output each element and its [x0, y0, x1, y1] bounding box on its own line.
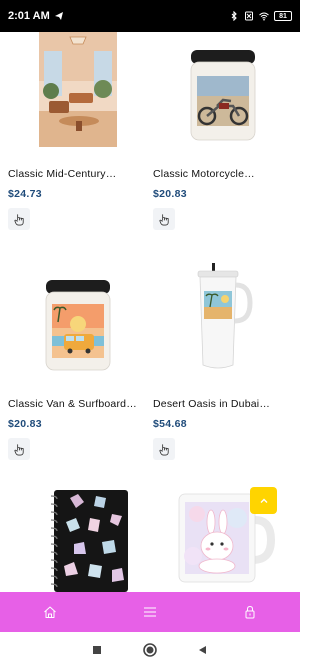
- status-time: 2:01 AM: [8, 10, 50, 22]
- system-navigation-bar: [0, 632, 300, 667]
- select-product-button[interactable]: [153, 208, 175, 230]
- scroll-to-top-button[interactable]: [250, 487, 277, 514]
- product-title[interactable]: Desert Oasis in Dubai…: [153, 398, 293, 410]
- product-price: $24.73: [8, 188, 42, 200]
- bottom-navigation: [0, 592, 300, 632]
- hand-pointer-icon: [13, 443, 24, 455]
- gemstone-spiral-notebook: [50, 490, 128, 592]
- back-triangle-icon: [199, 645, 207, 654]
- recents-square-icon: [92, 645, 101, 654]
- system-home-button[interactable]: [138, 638, 162, 662]
- select-product-button[interactable]: [153, 438, 175, 460]
- no-sim-icon: [245, 11, 253, 21]
- home-icon: [44, 606, 56, 618]
- battery-level: 81: [279, 12, 287, 20]
- back-button[interactable]: [191, 638, 215, 662]
- status-bar: 2:01 AM 81: [0, 0, 300, 32]
- desert-oasis-tumbler: [197, 263, 253, 369]
- bluetooth-icon: [231, 11, 237, 21]
- product-price: $20.83: [8, 418, 42, 430]
- product-title[interactable]: Classic Motorcycle…: [153, 168, 293, 180]
- nav-account-button[interactable]: [230, 592, 270, 632]
- hand-pointer-icon: [158, 443, 169, 455]
- product-image[interactable]: [153, 32, 293, 148]
- select-product-button[interactable]: [8, 208, 30, 230]
- menu-icon: [144, 607, 156, 617]
- nav-menu-button[interactable]: [130, 592, 170, 632]
- telegram-icon: [54, 12, 63, 20]
- mid-century-room-poster: [39, 32, 117, 147]
- battery-icon: 81: [274, 11, 292, 21]
- hand-pointer-icon: [13, 213, 24, 225]
- motorcycle-candle-jar: [190, 50, 256, 141]
- van-surfboard-candle-jar: [45, 280, 111, 371]
- nav-home-button[interactable]: [30, 592, 70, 632]
- hand-pointer-icon: [158, 213, 169, 225]
- product-price: $20.83: [153, 188, 187, 200]
- product-image[interactable]: [8, 32, 148, 148]
- product-price: $54.68: [153, 418, 187, 430]
- product-title[interactable]: Classic Van & Surfboard…: [8, 398, 148, 410]
- chevron-up-icon: [260, 498, 267, 503]
- product-image[interactable]: [153, 260, 293, 378]
- lock-icon: [245, 605, 255, 619]
- product-image[interactable]: [8, 260, 148, 378]
- select-product-button[interactable]: [8, 438, 30, 460]
- product-title[interactable]: Classic Mid-Century…: [8, 168, 148, 180]
- recents-button[interactable]: [85, 638, 109, 662]
- home-circle-icon: [143, 642, 157, 657]
- wifi-icon: [259, 12, 269, 21]
- product-image[interactable]: [8, 488, 148, 592]
